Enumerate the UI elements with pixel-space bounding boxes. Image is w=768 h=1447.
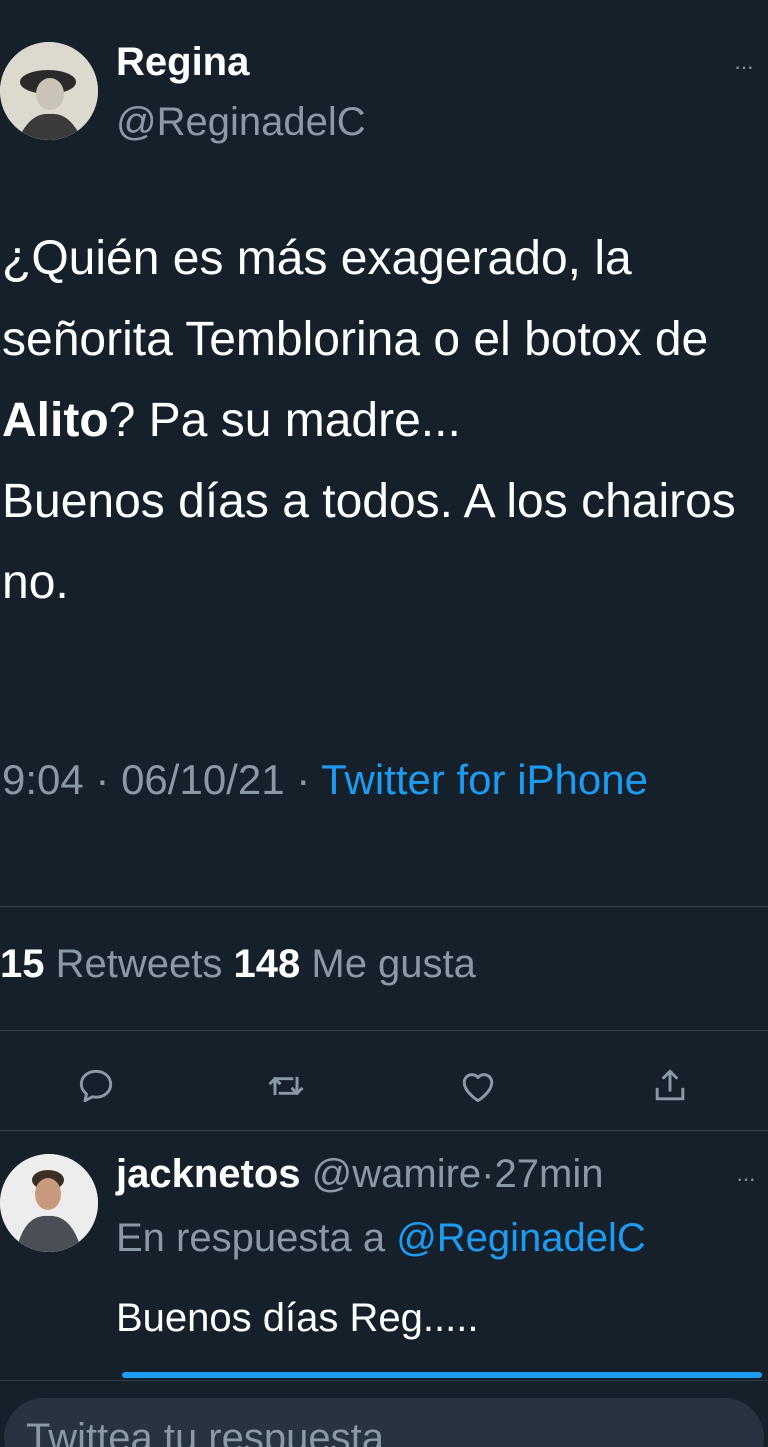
- tweet-text-line: Buenos días a todos. A los chairos no.: [2, 475, 736, 609]
- reply-author-handle[interactable]: @wamire: [312, 1152, 482, 1196]
- author-avatar[interactable]: [0, 42, 98, 140]
- retweet-icon: [268, 1076, 304, 1096]
- tweet-text: ¿Quién es más exagerado, la señorita Tem…: [2, 218, 762, 623]
- like-icon: [462, 1073, 494, 1103]
- retweets-count: 15: [0, 942, 45, 986]
- in-reply-to: En respuesta a @ReginadelC: [116, 1216, 646, 1261]
- tweet-meta: 9:04 · 06/10/21 · Twitter for iPhone: [2, 748, 722, 811]
- composer-placeholder: Twittea tu respuesta: [26, 1416, 384, 1447]
- loading-progress-bar: [122, 1372, 762, 1378]
- tweet-time[interactable]: 9:04: [2, 756, 84, 803]
- tweet-source-link[interactable]: Twitter for iPhone: [321, 756, 648, 803]
- tweet-text-part: ? Pa su madre...: [108, 394, 461, 447]
- likes-stat[interactable]: 148 Me gusta: [234, 942, 476, 986]
- tweet-date[interactable]: 06/10/21: [121, 756, 285, 803]
- share-icon: [655, 1069, 685, 1101]
- like-button[interactable]: [456, 1064, 500, 1108]
- retweets-stat[interactable]: 15 Retweets: [0, 942, 222, 986]
- divider: [0, 906, 768, 907]
- author-handle[interactable]: @ReginadelC: [116, 100, 366, 145]
- reply-author-name[interactable]: jacknetos: [116, 1152, 301, 1196]
- share-button[interactable]: [648, 1064, 692, 1108]
- meta-separator: ·: [83, 756, 122, 803]
- reply-time[interactable]: 27min: [495, 1152, 604, 1196]
- divider: [0, 1130, 768, 1131]
- divider: [0, 1030, 768, 1031]
- tweet-text-bold: Alito: [2, 394, 109, 447]
- likes-count: 148: [233, 942, 301, 986]
- reply-separator: ·: [481, 1152, 495, 1196]
- more-options-icon[interactable]: ···: [734, 54, 754, 80]
- retweet-button[interactable]: [264, 1064, 308, 1108]
- in-reply-to-prefix: En respuesta a: [116, 1216, 397, 1260]
- reply-author-avatar[interactable]: [0, 1154, 98, 1252]
- in-reply-to-mention[interactable]: @ReginadelC: [396, 1216, 646, 1260]
- likes-label: Me gusta: [311, 942, 476, 986]
- reply-text: Buenos días Reg.....: [116, 1296, 479, 1340]
- reply-button[interactable]: [74, 1064, 118, 1108]
- retweets-label: Retweets: [55, 942, 223, 986]
- meta-separator: ·: [284, 756, 322, 803]
- reply-more-options-icon[interactable]: ···: [736, 1166, 756, 1192]
- author-name[interactable]: Regina: [116, 40, 249, 85]
- reply-header: jacknetos @wamire·27min: [116, 1152, 603, 1197]
- reply-icon: [79, 1069, 113, 1103]
- tweet-stats: 15 Retweets 148 Me gusta: [0, 942, 476, 987]
- tweet-text-part: ¿Quién es más exagerado, la señorita Tem…: [2, 232, 709, 366]
